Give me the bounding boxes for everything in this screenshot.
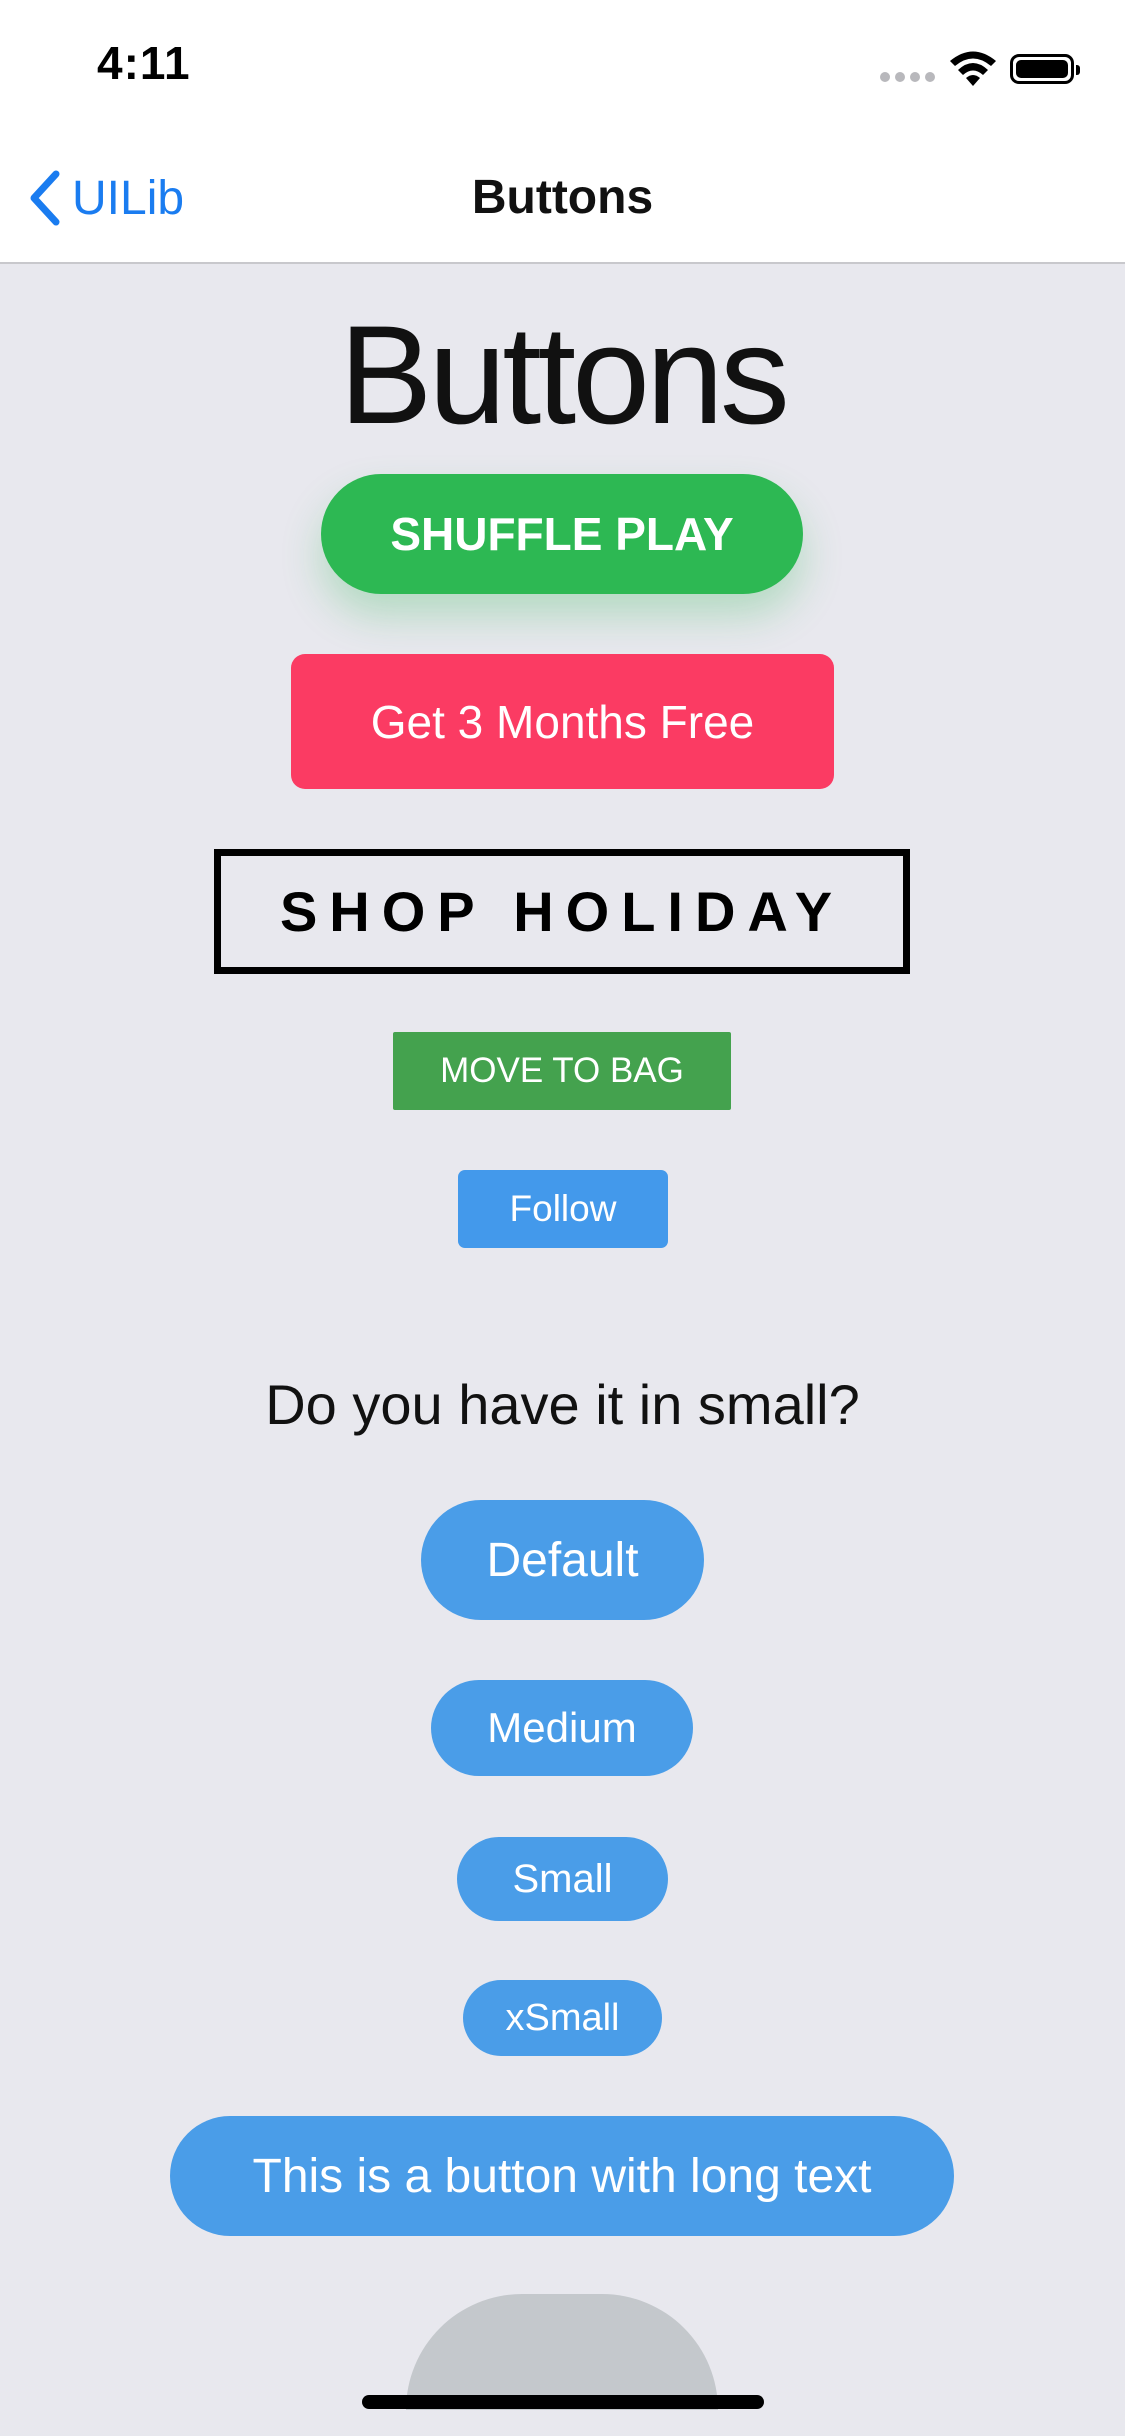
status-time: 4:11 xyxy=(97,37,191,89)
battery-icon xyxy=(1010,54,1080,84)
xsmall-size-button[interactable]: xSmall xyxy=(463,1980,662,2056)
home-indicator[interactable] xyxy=(362,2395,764,2409)
disabled-button xyxy=(406,2294,718,2410)
navigation-bar: UILib Buttons xyxy=(0,132,1125,264)
shuffle-play-button[interactable]: SHUFFLE PLAY xyxy=(321,474,803,594)
nav-title: Buttons xyxy=(471,171,654,224)
size-question-label: Do you have it in small? xyxy=(265,1373,860,1436)
long-text-button[interactable]: This is a button with long text xyxy=(170,2116,954,2236)
follow-button[interactable]: Follow xyxy=(458,1170,668,1248)
get-3-months-free-button[interactable]: Get 3 Months Free xyxy=(291,654,834,789)
wifi-icon xyxy=(950,51,996,86)
page-title: Buttons xyxy=(339,296,790,453)
medium-size-button[interactable]: Medium xyxy=(431,1680,693,1776)
default-size-button[interactable]: Default xyxy=(421,1500,704,1620)
shop-holiday-button[interactable]: SHOP HOLIDAY xyxy=(214,849,910,974)
signal-icon xyxy=(880,72,936,86)
buttons-content: Buttons SHUFFLE PLAY Get 3 Months Free S… xyxy=(0,264,1125,2436)
small-size-button[interactable]: Small xyxy=(457,1837,668,1921)
status-bar: 4:11 xyxy=(0,0,1125,132)
move-to-bag-button[interactable]: MOVE TO BAG xyxy=(393,1032,731,1110)
